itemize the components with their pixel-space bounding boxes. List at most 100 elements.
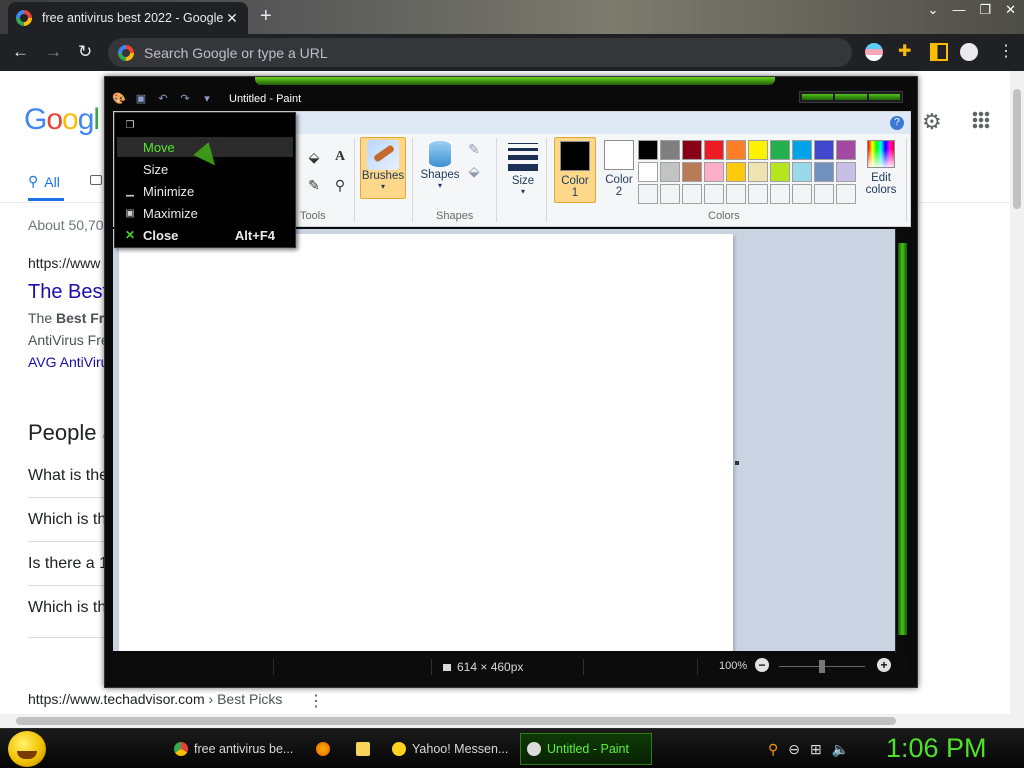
back-button[interactable]: ← [12,42,29,62]
text-icon[interactable]: A [330,146,350,166]
paa-question[interactable]: Which is th [28,599,106,617]
minimize-icon[interactable]: — [952,2,965,18]
do-not-disturb-icon[interactable]: ⊖ [788,741,800,758]
news-icon[interactable] [90,175,102,185]
menu-item-minimize[interactable]: ▁ Minimize [117,181,293,201]
paa-question[interactable]: Is there a 1 [28,555,108,573]
palette-swatch[interactable] [726,162,746,182]
minimize-button[interactable] [802,94,834,100]
palette-swatch[interactable] [792,162,812,182]
palette-swatch[interactable] [792,140,812,160]
paa-question[interactable]: Which is th [28,511,106,529]
edit-colors-button[interactable]: Edit colors [862,137,900,203]
taskbar-clock[interactable]: 1:06 PM [886,733,987,764]
shapes-button[interactable]: Shapes ▾ [420,137,460,199]
zoom-in-button[interactable]: + [877,658,891,672]
palette-swatch[interactable] [748,162,768,182]
address-bar[interactable]: Search Google or type a URL [108,38,852,67]
paint-caption-buttons[interactable] [799,91,903,103]
paint-app-icon[interactable]: 🎨 [111,92,127,106]
palette-swatch[interactable] [836,162,856,182]
gear-icon[interactable]: ⚙ [922,109,946,134]
brushes-button[interactable]: Brushes ▾ [360,137,406,199]
palette-swatch[interactable] [770,140,790,160]
magnifier-icon[interactable]: ⚲ [330,174,350,194]
page-scrollbar-vertical[interactable] [1010,71,1024,714]
fill-icon[interactable]: ⬙ [304,146,324,166]
save-icon[interactable]: ▣ [133,92,149,106]
result-title[interactable]: The Best [28,281,108,304]
result-url[interactable]: https://www [28,255,100,271]
canvas-resize-handle[interactable] [735,461,739,465]
result-sitelink[interactable]: AVG AntiViru [28,354,108,370]
maximize-button[interactable] [835,94,867,100]
tab-close-icon[interactable]: ✕ [224,10,240,27]
kebab-menu-icon[interactable]: ⋮ [998,43,1016,61]
close-button[interactable] [868,94,900,100]
page-scrollbar-thumb[interactable] [16,717,896,725]
palette-swatch[interactable] [726,184,746,204]
palette-swatch[interactable] [814,184,834,204]
palette-swatch[interactable] [814,140,834,160]
canvas-scrollbar-thumb[interactable] [898,243,907,635]
google-logo[interactable]: Googl [24,103,100,137]
size-button[interactable]: Size ▾ [506,137,540,199]
browser-tab[interactable]: free antivirus best 2022 - Google ✕ [8,2,248,34]
result-url[interactable]: https://www.techadvisor.com › Best Picks [28,691,282,707]
zoom-out-button[interactable]: − [755,658,769,672]
palette-swatch[interactable] [726,140,746,160]
menu-item-restore[interactable]: ❐ [117,115,293,135]
palette-swatch[interactable] [748,184,768,204]
taskbar-item-yahoo-messenger[interactable]: Yahoo! Messen... [386,733,514,765]
palette-swatch[interactable] [638,140,658,160]
palette-swatch[interactable] [638,184,658,204]
canvas-scrollbar[interactable] [895,229,909,653]
reload-button[interactable]: ↻ [78,42,92,62]
fill-shape-icon[interactable]: ⬙ [464,160,484,180]
chevron-down-icon[interactable]: ▾ [199,92,215,106]
paa-question[interactable]: What is the [28,467,108,485]
forward-button[interactable]: → [45,42,62,62]
color-picker-icon[interactable]: ✎ [304,174,324,194]
paint-titlebar[interactable]: 🎨 ▣ ↶ ↷ ▾ Untitled - Paint [105,87,917,111]
taskbar-item-explorer[interactable] [350,733,376,765]
redo-icon[interactable]: ↷ [177,92,193,106]
palette-swatch[interactable] [704,140,724,160]
undo-icon[interactable]: ↶ [155,92,171,106]
taskbar-item-paint[interactable]: Untitled - Paint [520,733,652,765]
puzzle-icon[interactable]: ✚ [898,43,916,61]
menu-item-close[interactable]: ✕ Close Alt+F4 [117,225,293,245]
palette-swatch[interactable] [660,140,680,160]
volume-icon[interactable]: 🔈 [832,741,849,758]
palette-swatch[interactable] [682,140,702,160]
page-scrollbar-horizontal[interactable] [0,714,1024,728]
palette-swatch[interactable] [682,162,702,182]
start-button[interactable] [8,731,46,767]
search-icon[interactable]: ⚲ [768,741,778,758]
apps-grid-icon[interactable] [972,111,990,129]
page-scrollbar-thumb[interactable] [1013,89,1021,209]
palette-swatch[interactable] [792,184,812,204]
avatar[interactable] [960,43,978,61]
drawing-canvas[interactable] [119,234,733,651]
color1-button[interactable]: Color 1 [554,137,596,203]
outline-icon[interactable]: ✎ [464,138,484,158]
palette-swatch[interactable] [660,162,680,182]
close-icon[interactable]: ✕ [1005,2,1016,18]
tab-all[interactable]: ⚲ All [28,173,60,190]
palette-swatch[interactable] [704,184,724,204]
taskbar-item-chrome[interactable]: free antivirus be... [168,733,296,765]
palette-swatch[interactable] [748,140,768,160]
profile-extension-icon[interactable] [865,43,883,61]
network-icon[interactable]: ⊞ [810,741,822,758]
color2-button[interactable]: Color 2 [600,137,638,203]
chevron-down-icon[interactable]: ⌄ [928,2,939,18]
palette-swatch[interactable] [638,162,658,182]
help-icon[interactable]: ? [890,116,904,130]
taskbar-item-firefox[interactable] [310,733,336,765]
result-more-icon[interactable]: ⋮ [308,691,324,711]
palette-swatch[interactable] [704,162,724,182]
palette-swatch[interactable] [770,184,790,204]
side-panel-icon[interactable] [930,43,948,61]
palette-swatch[interactable] [836,140,856,160]
